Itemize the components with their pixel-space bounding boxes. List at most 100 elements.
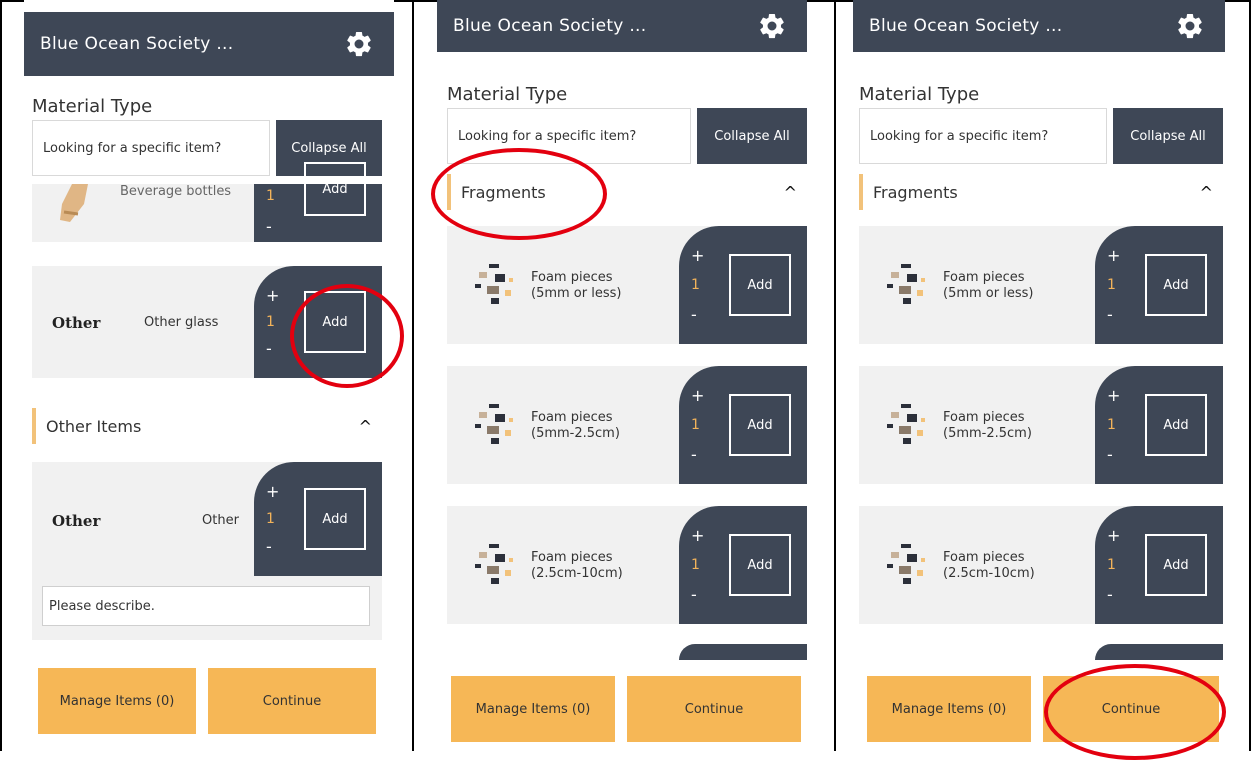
item-name: Foam pieces (5mm-2.5cm) — [943, 410, 1032, 441]
app-title: Blue Ocean Society ... — [40, 34, 234, 54]
manage-items-button[interactable]: Manage Items (0) — [38, 668, 196, 734]
foam-pieces-icon — [475, 404, 513, 444]
item-name: Other glass — [144, 315, 219, 330]
search-input[interactable]: Looking for a specific item? — [32, 120, 270, 176]
highlight-circle-continue — [1044, 664, 1226, 760]
manage-items-button[interactable]: Manage Items (0) — [867, 676, 1031, 742]
add-button[interactable]: Add — [729, 534, 791, 596]
decrement-button[interactable]: - — [266, 339, 272, 358]
quantity-control: + 1 - Add — [1095, 226, 1223, 344]
foam-pieces-icon — [887, 264, 925, 304]
screen-panel-2: Blue Ocean Society ... Material Type Loo… — [437, 0, 807, 751]
quantity-control: + 1 - Add — [679, 226, 807, 344]
app-title: Blue Ocean Society ... — [869, 16, 1063, 36]
increment-button[interactable]: + — [691, 246, 704, 265]
add-button[interactable]: Add — [304, 488, 366, 550]
quantity-control: + 1 - Add — [679, 366, 807, 484]
item-name: Foam pieces (2.5cm-10cm) — [531, 550, 623, 581]
item-card-foam-5mm-2-5cm: Foam pieces (5mm-2.5cm) + 1 - Add — [859, 366, 1223, 484]
add-button[interactable]: Add — [729, 394, 791, 456]
gear-icon[interactable] — [757, 11, 787, 41]
group-accent-bar — [859, 174, 863, 210]
collapse-all-button[interactable]: Collapse All — [1113, 108, 1223, 164]
item-card-foam-2-5cm-10cm: Foam pieces (2.5cm-10cm) + 1 - Add — [447, 506, 807, 624]
group-label: Fragments — [873, 182, 958, 202]
quantity-value: 1 — [266, 314, 275, 330]
item-category: Other — [52, 512, 101, 530]
add-button[interactable]: Add — [1145, 534, 1207, 596]
material-type-label: Material Type — [447, 84, 568, 105]
add-button[interactable]: Add — [304, 162, 366, 216]
decrement-button[interactable]: - — [266, 217, 272, 236]
decrement-button[interactable]: - — [1107, 445, 1113, 464]
continue-button[interactable]: Continue — [627, 676, 801, 742]
highlight-circle-add — [290, 284, 404, 388]
app-header: Blue Ocean Society ... — [24, 12, 394, 76]
quantity-value: 1 — [691, 417, 700, 433]
describe-input[interactable]: Please describe. — [42, 586, 370, 626]
item-card-next-partial — [447, 644, 807, 660]
decrement-button[interactable]: - — [266, 537, 272, 556]
increment-button[interactable]: + — [691, 386, 704, 405]
add-button[interactable]: Add — [1145, 394, 1207, 456]
quantity-value: 1 — [1107, 557, 1116, 573]
app-header: Blue Ocean Society ... — [853, 0, 1225, 52]
increment-button[interactable]: + — [266, 286, 279, 305]
increment-button[interactable]: + — [1107, 526, 1120, 545]
item-card-beverage-bottles: Beverage bottles 1 - Add — [32, 162, 382, 242]
quantity-value: 1 — [1107, 277, 1116, 293]
quantity-value: 1 — [691, 557, 700, 573]
quantity-control: + 1 - Add — [1095, 366, 1223, 484]
increment-button[interactable]: + — [1107, 386, 1120, 405]
screen-panel-3: Blue Ocean Society ... Material Type Loo… — [853, 0, 1225, 751]
item-card-other: Other Other + 1 - Add Please describe. — [32, 462, 382, 640]
item-category: Other — [52, 314, 101, 332]
item-card-foam-2-5cm-10cm: Foam pieces (2.5cm-10cm) + 1 - Add — [859, 506, 1223, 624]
foam-pieces-icon — [475, 544, 513, 584]
group-accent-bar — [32, 408, 36, 444]
quantity-control — [679, 644, 807, 660]
quantity-value: 1 — [1107, 417, 1116, 433]
decrement-button[interactable]: - — [691, 585, 697, 604]
collapse-all-button[interactable]: Collapse All — [697, 108, 807, 164]
quantity-value: 1 — [266, 511, 275, 527]
item-name: Foam pieces (5mm or less) — [943, 270, 1034, 301]
item-card-foam-5mm: Foam pieces (5mm or less) + 1 - Add — [447, 226, 807, 344]
foam-pieces-icon — [887, 544, 925, 584]
chevron-up-icon[interactable]: ^ — [359, 417, 372, 436]
item-name: Foam pieces (5mm-2.5cm) — [531, 410, 620, 441]
quantity-control: + 1 - Add — [679, 506, 807, 624]
gear-icon[interactable] — [1175, 11, 1205, 41]
add-button[interactable]: Add — [729, 254, 791, 316]
decrement-button[interactable]: - — [1107, 585, 1113, 604]
quantity-control: + 1 - Add — [1095, 506, 1223, 624]
material-type-label: Material Type — [32, 96, 153, 117]
decrement-button[interactable]: - — [691, 445, 697, 464]
continue-button[interactable]: Continue — [208, 668, 376, 734]
chevron-up-icon[interactable]: ^ — [1200, 183, 1213, 202]
group-header-other-items[interactable]: Other Items ^ — [32, 406, 382, 446]
app-title: Blue Ocean Society ... — [453, 16, 647, 36]
gear-icon[interactable] — [344, 29, 374, 59]
chevron-up-icon[interactable]: ^ — [784, 183, 797, 202]
foam-pieces-icon — [887, 404, 925, 444]
frame-left-border — [0, 0, 2, 751]
highlight-circle-fragments — [431, 148, 607, 240]
item-name: Beverage bottles — [120, 184, 232, 199]
increment-button[interactable]: + — [266, 482, 279, 501]
search-input[interactable]: Looking for a specific item? — [859, 108, 1107, 164]
foam-pieces-icon — [475, 264, 513, 304]
quantity-value: 1 — [266, 188, 275, 204]
increment-button[interactable]: + — [691, 526, 704, 545]
frame-divider-2 — [834, 0, 836, 751]
app-header: Blue Ocean Society ... — [437, 0, 807, 52]
group-header-fragments[interactable]: Fragments ^ — [859, 172, 1223, 212]
quantity-control: 1 - Add — [254, 162, 382, 242]
frame-divider-1 — [412, 0, 414, 751]
increment-button[interactable]: + — [1107, 246, 1120, 265]
add-button[interactable]: Add — [1145, 254, 1207, 316]
manage-items-button[interactable]: Manage Items (0) — [451, 676, 615, 742]
decrement-button[interactable]: - — [1107, 305, 1113, 324]
item-name: Other — [202, 513, 239, 528]
decrement-button[interactable]: - — [691, 305, 697, 324]
